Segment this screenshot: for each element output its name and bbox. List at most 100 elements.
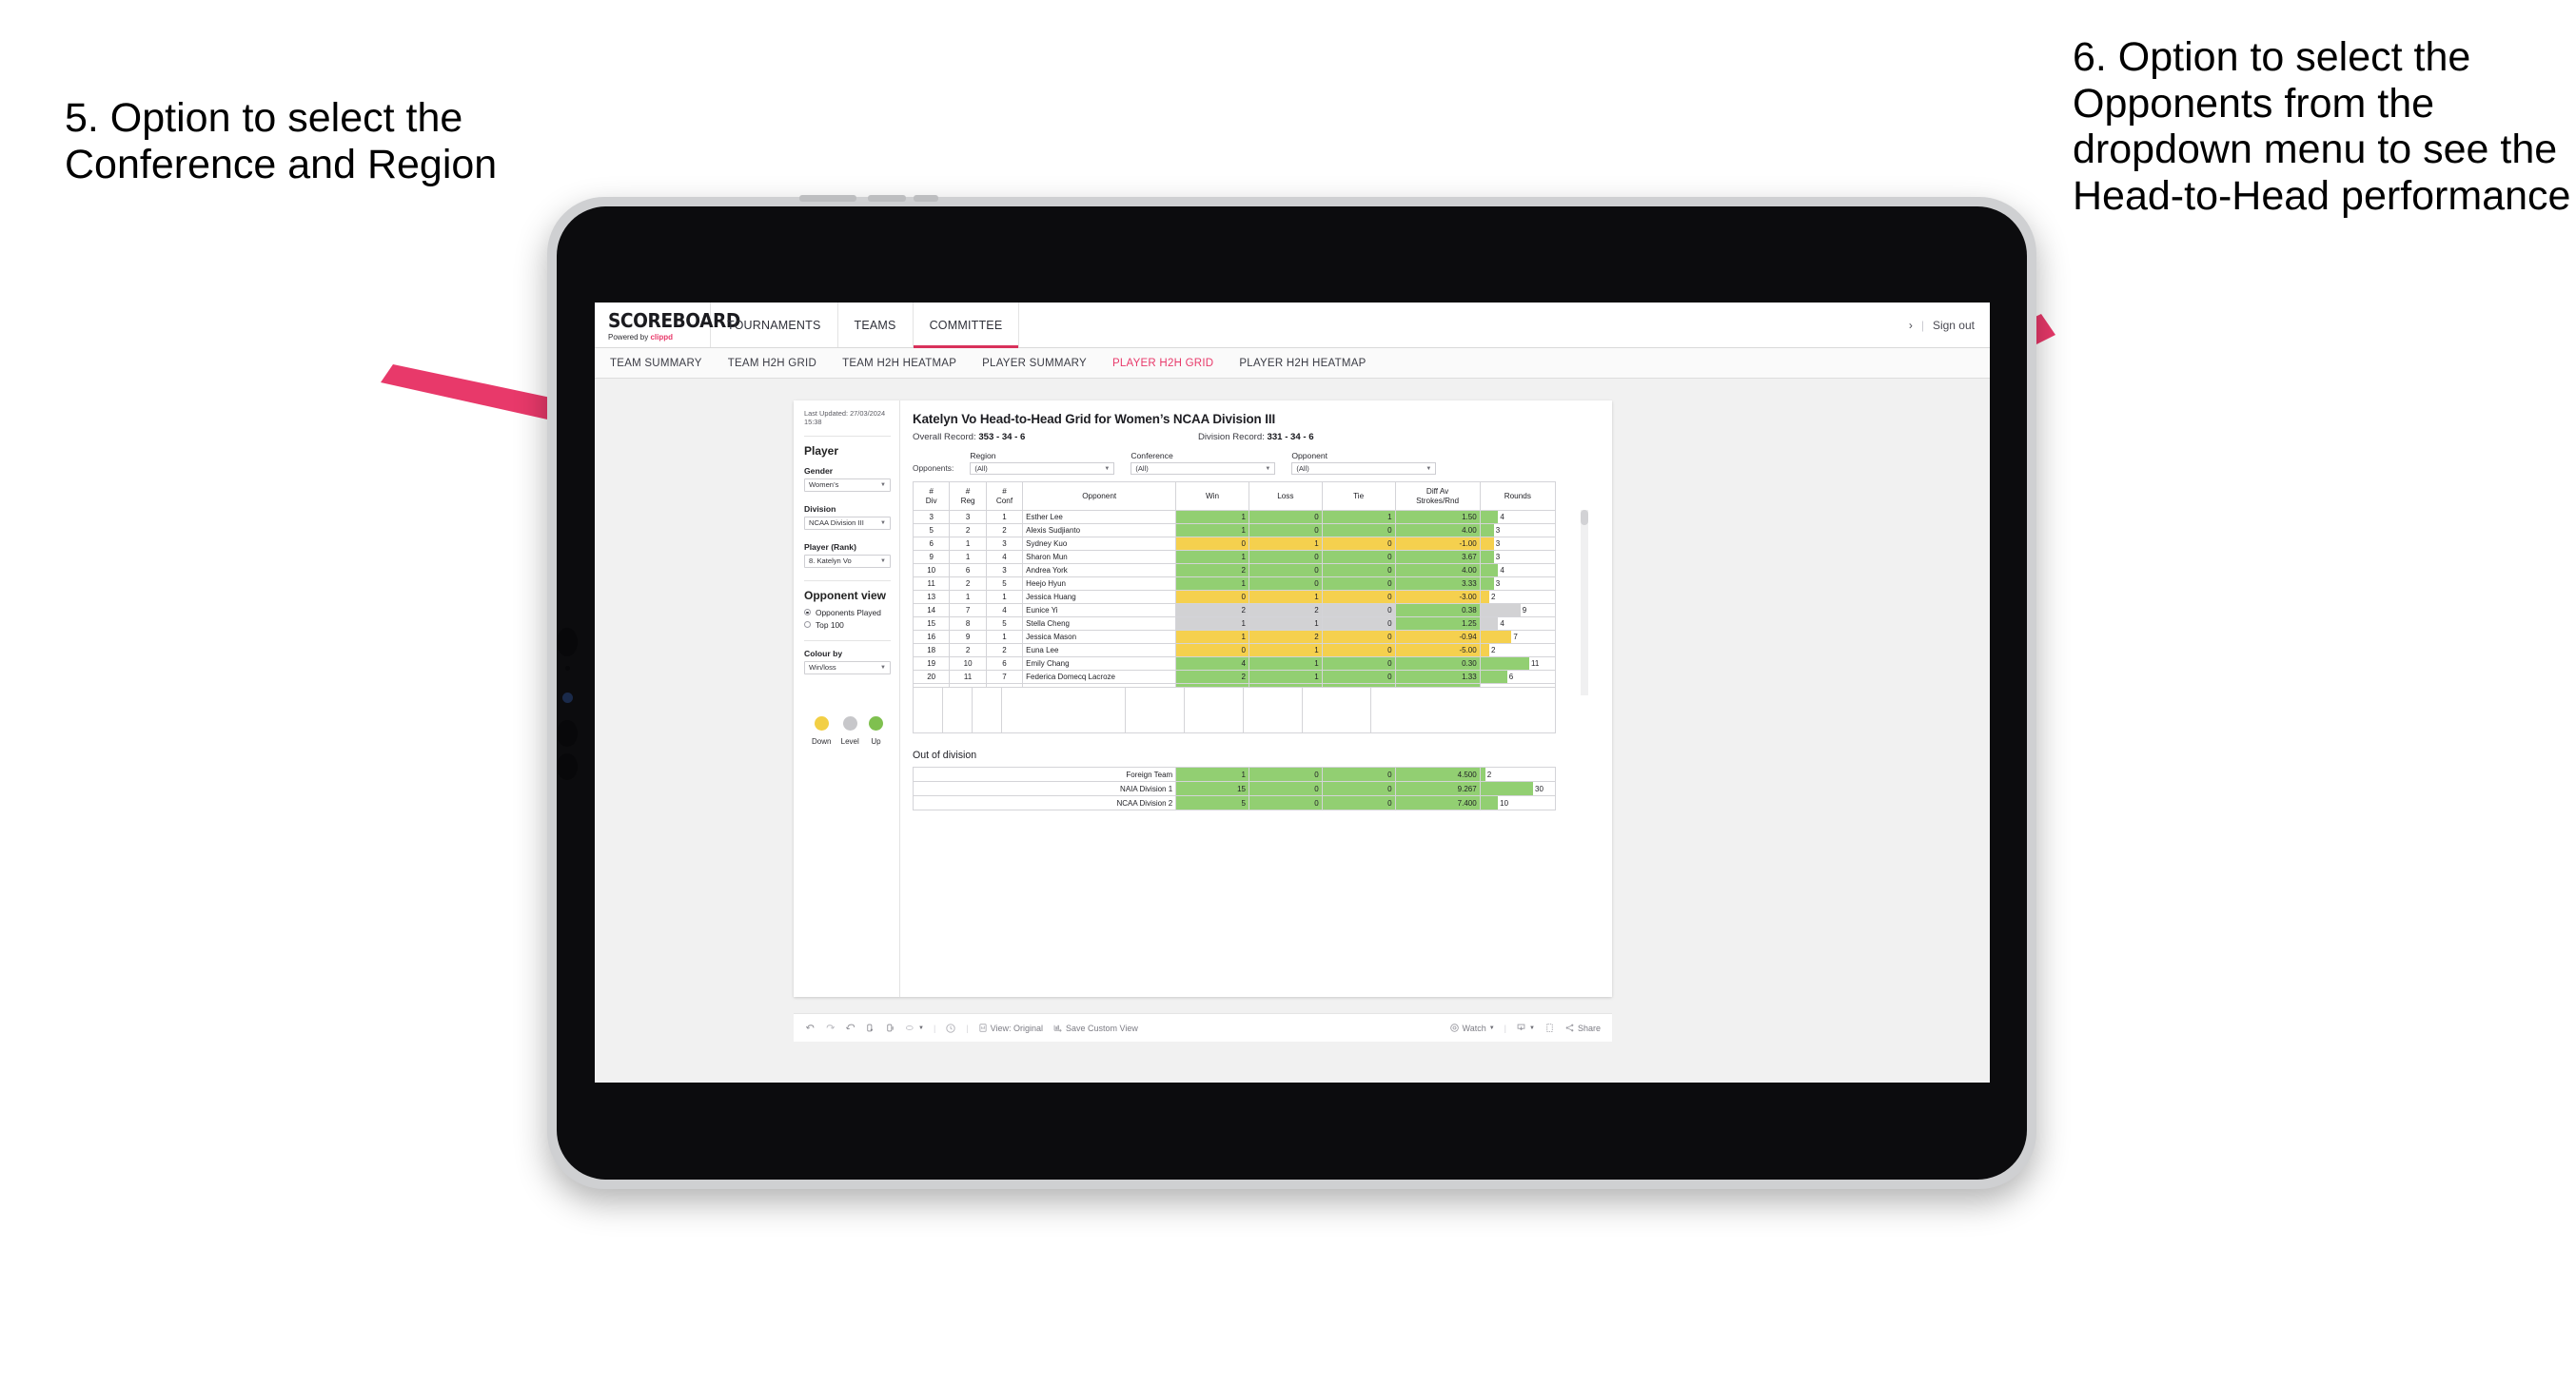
annotation-left: 5. Option to select the Conference and R…: [65, 95, 498, 187]
clock-icon[interactable]: [945, 1023, 956, 1034]
radio-opponents-played[interactable]: Opponents Played: [804, 608, 891, 617]
cell--reg: 2: [949, 523, 987, 537]
table-row[interactable]: 5 2 2 Alexis Sudjianto 1 0 0 4.00 3: [912, 523, 1557, 537]
cell-win: 1: [1175, 510, 1249, 524]
cell-partial: [1175, 683, 1249, 688]
table-row[interactable]: 15 8 5 Stella Cheng 1 1 0 1.25 4: [912, 616, 1557, 631]
cell-diff-av-strokes-rnd: 3.67: [1394, 550, 1481, 564]
rounds-value: 3: [1495, 553, 1501, 561]
grid-head: # Div # Reg # Conf Opponent Win Loss Tie Diff Av St…: [912, 481, 1557, 511]
nav-teams[interactable]: TEAMS: [838, 303, 914, 347]
table-row[interactable]: 19 10 6 Emily Chang 4 1 0 0.30 11: [912, 656, 1557, 671]
legend-level: Level: [841, 715, 859, 746]
nav-committee[interactable]: COMMITTEE: [913, 303, 1020, 348]
cell--div: 13: [912, 590, 951, 604]
dashboard-sheet: Last Updated: 27/03/2024 15:38 Player Ge…: [794, 400, 1612, 997]
gender-value: Women’s: [809, 480, 839, 490]
table-row[interactable]: 6 1 3 Sydney Kuo 0 1 0 -1.00 3: [912, 537, 1557, 551]
ood-cell-2: 0: [1248, 767, 1323, 782]
highlight-icon[interactable]: ▼: [905, 1023, 924, 1033]
tab-team-summary[interactable]: TEAM SUMMARY: [610, 358, 702, 369]
grid-header-2[interactable]: # Conf: [985, 481, 1024, 511]
table-row[interactable]: 11 2 5 Heejo Hyun 1 0 0 3.33 3: [912, 576, 1557, 591]
division-record: Division Record: 331 - 34 - 6: [1198, 432, 1314, 442]
share-button[interactable]: Share: [1564, 1023, 1601, 1033]
ood-cell-3: 0: [1321, 781, 1396, 796]
brand-logo[interactable]: SCOREBOARD Powered by clippd: [595, 303, 740, 347]
revert-icon[interactable]: [845, 1023, 855, 1033]
player-rank-label: Player (Rank): [804, 541, 856, 552]
table-row[interactable]: 14 7 4 Eunice Yi 2 2 0 0.38 9: [912, 603, 1557, 617]
out-of-division-row[interactable]: NCAA Division 2 5 0 0 7.400 10: [912, 795, 1557, 810]
opponent-label: Opponent: [1291, 451, 1328, 460]
cell--reg: 11: [949, 670, 987, 684]
tab-player-h2h-grid[interactable]: PLAYER H2H GRID: [1112, 358, 1213, 369]
table-row[interactable]: 20 11 7 Federica Domecq Lacroze 2 1 0 1.33 6: [912, 670, 1557, 684]
view-original-button[interactable]: View: Original: [978, 1023, 1043, 1033]
cell--reg: 1: [949, 550, 987, 564]
download-button[interactable]: ▼: [1516, 1023, 1535, 1033]
cell-loss: 0: [1248, 510, 1323, 524]
cell-opponent: Sharon Mun: [1022, 550, 1177, 564]
pause-icon[interactable]: [885, 1023, 895, 1033]
grid-header-1[interactable]: # Reg: [949, 481, 987, 511]
tab-player-summary[interactable]: PLAYER SUMMARY: [982, 358, 1087, 369]
conference-select[interactable]: (All) ▼: [1131, 462, 1276, 475]
grid-header-6[interactable]: Tie: [1321, 481, 1396, 511]
tab-team-h2h-grid[interactable]: TEAM H2H GRID: [728, 358, 816, 369]
region-select[interactable]: (All) ▼: [970, 462, 1115, 475]
fullscreen-icon[interactable]: [1544, 1023, 1555, 1033]
toolbar-separator: |: [1504, 1023, 1507, 1033]
table-row[interactable]: 13 1 1 Jessica Huang 0 1 0 -3.00 2: [912, 590, 1557, 604]
watch-button[interactable]: Watch ▼: [1449, 1023, 1495, 1033]
overall-record-value: 353 - 34 - 6: [978, 432, 1026, 442]
cell-tie: 0: [1321, 576, 1396, 591]
sign-out-link[interactable]: Sign out: [1933, 319, 1975, 332]
grid-header-8[interactable]: Rounds: [1479, 481, 1557, 511]
tab-team-h2h-heatmap[interactable]: TEAM H2H HEATMAP: [842, 358, 956, 369]
gender-label: Gender: [804, 465, 834, 476]
opponent-select[interactable]: (All) ▼: [1291, 462, 1437, 475]
refresh-icon[interactable]: [865, 1023, 875, 1033]
cell-opponent: Emily Chang: [1022, 656, 1177, 671]
cell-win: 1: [1175, 576, 1249, 591]
grid-header-5[interactable]: Loss: [1248, 481, 1323, 511]
cell-tie: 0: [1321, 643, 1396, 657]
table-row[interactable]: 3 3 1 Esther Lee 1 0 1 1.50 4: [912, 510, 1557, 524]
table-row[interactable]: 10 6 3 Andrea York 2 0 0 4.00 4: [912, 563, 1557, 577]
tab-player-h2h-heatmap[interactable]: PLAYER H2H HEATMAP: [1239, 358, 1366, 369]
save-custom-view-button[interactable]: Save Custom View: [1052, 1023, 1138, 1033]
cell-tie: 0: [1321, 523, 1396, 537]
table-row-partial: [912, 683, 1557, 688]
cell-diff-av-strokes-rnd: 3.33: [1394, 576, 1481, 591]
colour-by-select[interactable]: Win/loss ▼: [804, 660, 891, 674]
radio-top-100[interactable]: Top 100: [804, 620, 891, 630]
nav-tournaments[interactable]: TOURNAMENTS: [711, 303, 838, 347]
player-rank-select[interactable]: 8. Katelyn Vo ▼: [804, 554, 891, 568]
grid-header-7[interactable]: Diff Av Strokes/Rnd: [1394, 481, 1481, 511]
cell-opponent: Andrea York: [1022, 563, 1177, 577]
legend-dot-down: [814, 715, 829, 731]
cell-loss: 2: [1248, 630, 1323, 644]
table-row[interactable]: 16 9 1 Jessica Mason 1 2 0 -0.94 7: [912, 630, 1557, 644]
grid-scrollbar-thumb[interactable]: [1581, 510, 1588, 525]
out-of-division-row[interactable]: Foreign Team 1 0 0 4.500 2: [912, 767, 1557, 782]
user-chevron-icon[interactable]: ›: [1909, 319, 1913, 332]
cell-diff-av-strokes-rnd: 0.38: [1394, 603, 1481, 617]
cell-opponent: Esther Lee: [1022, 510, 1177, 524]
cell--reg: 2: [949, 643, 987, 657]
grid-header-0[interactable]: # Div: [912, 481, 951, 511]
grid-header-3[interactable]: Opponent: [1022, 481, 1177, 511]
grid-header-4[interactable]: Win: [1175, 481, 1249, 511]
redo-icon[interactable]: [825, 1023, 836, 1033]
cell-tie: 0: [1321, 656, 1396, 671]
table-row[interactable]: 18 2 2 Euna Lee 0 1 0 -5.00 2: [912, 643, 1557, 657]
grid-scrollbar[interactable]: [1581, 510, 1588, 695]
rounds-bar: [1480, 537, 1494, 550]
gender-select[interactable]: Women’s ▼: [804, 478, 891, 492]
cell-opponent: Federica Domecq Lacroze: [1022, 670, 1177, 684]
undo-icon[interactable]: [805, 1023, 816, 1033]
out-of-division-row[interactable]: NAIA Division 1 15 0 0 9.267 30: [912, 781, 1557, 796]
division-select[interactable]: NCAA Division III ▼: [804, 516, 891, 530]
table-row[interactable]: 9 1 4 Sharon Mun 1 0 0 3.67 3: [912, 550, 1557, 564]
